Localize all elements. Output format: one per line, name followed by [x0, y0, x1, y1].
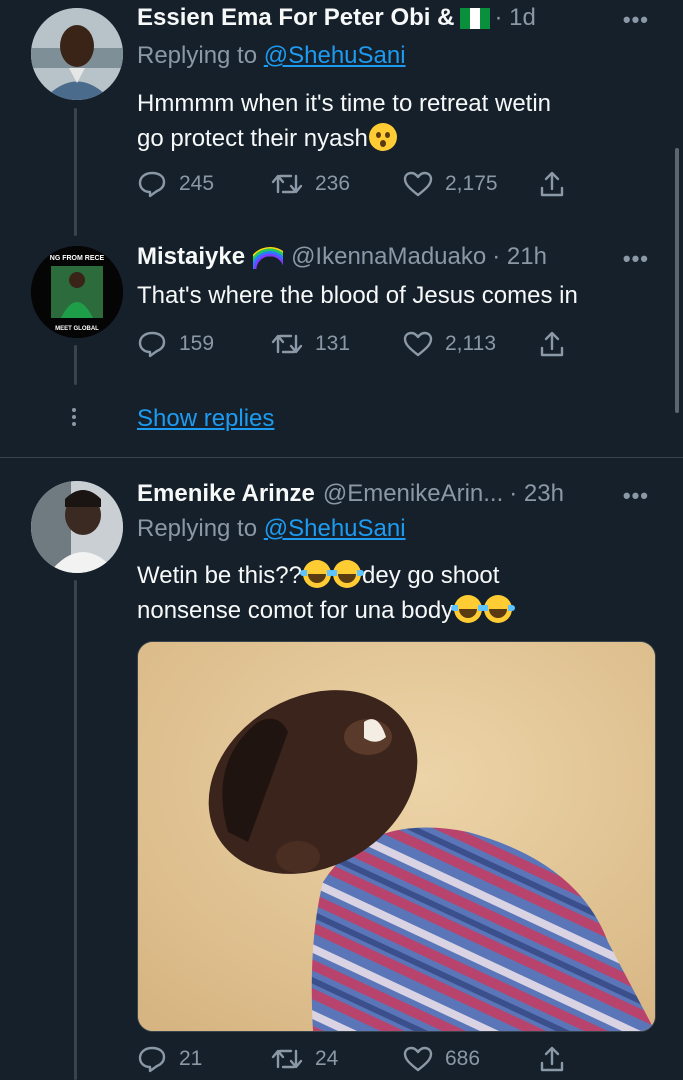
- mention-link[interactable]: @ShehuSani: [264, 515, 406, 542]
- avatar[interactable]: NG FROM RECE MEET GLOBAL: [31, 246, 123, 338]
- retweet-count: 131: [315, 332, 351, 355]
- show-replies-link[interactable]: Show replies: [137, 405, 274, 433]
- tweet-header: Emenike Arinze @EmenikeArin... · 23h: [137, 480, 564, 508]
- avatar-text-top: NG FROM RECE: [50, 255, 105, 262]
- timestamp[interactable]: · 1d: [494, 4, 535, 32]
- rainbow-icon: [253, 245, 283, 269]
- heart-icon: [403, 171, 433, 197]
- media-illustration: [138, 642, 655, 1031]
- retweet-count: 236: [315, 172, 351, 195]
- tweet-text-line: go protect their nyash: [137, 125, 368, 152]
- display-name[interactable]: Emenike Arinze: [137, 480, 315, 508]
- face-with-tears-of-joy-emoji-icon: [330, 560, 364, 588]
- mention-link[interactable]: @ShehuSani: [264, 42, 406, 69]
- more-options-icon[interactable]: •••: [623, 7, 649, 33]
- reply-count: 21: [179, 1047, 203, 1070]
- more-options-icon[interactable]: •••: [623, 483, 649, 509]
- tweet-header: Essien Ema For Peter Obi & · 1d: [137, 4, 536, 32]
- share-button[interactable]: [539, 330, 565, 358]
- like-button[interactable]: 2,175: [403, 171, 539, 197]
- share-icon: [540, 1046, 564, 1072]
- tweet-text: Wetin be this?? dey go shoot nonsense com…: [137, 558, 516, 628]
- more-options-icon[interactable]: •••: [623, 246, 649, 272]
- divider: [0, 457, 683, 458]
- retweet-count: 24: [315, 1047, 339, 1070]
- avatar-image: [31, 8, 123, 100]
- avatar-image: NG FROM RECE MEET GLOBAL: [31, 246, 123, 338]
- replying-to: Replying to @ShehuSani: [137, 42, 406, 70]
- timestamp[interactable]: · 21h: [492, 243, 547, 271]
- reply-button[interactable]: 21: [137, 1045, 271, 1073]
- face-with-tears-of-joy-emoji-icon: [300, 560, 334, 588]
- face-with-tears-of-joy-emoji-icon: [481, 595, 516, 623]
- heart-icon: [403, 331, 433, 357]
- tweet-actions: 21 24 686: [137, 1045, 565, 1073]
- display-name[interactable]: Mistaiyke: [137, 243, 245, 271]
- heart-icon: [403, 1046, 433, 1072]
- display-name[interactable]: Essien Ema For Peter Obi &: [137, 4, 454, 32]
- share-icon: [540, 171, 564, 197]
- like-count: 2,113: [445, 332, 496, 355]
- retweet-icon: [271, 174, 303, 194]
- handle[interactable]: @EmenikeArin...: [323, 480, 503, 508]
- tweet-text: Hmmmm when it's time to retreat wetin go…: [137, 86, 551, 156]
- reply-icon: [138, 1046, 166, 1073]
- astonished-face-emoji-icon: [368, 123, 397, 151]
- share-button[interactable]: [539, 1045, 565, 1073]
- avatar-text-bottom: MEET GLOBAL: [55, 326, 99, 332]
- reply-count: 159: [179, 332, 215, 355]
- share-button[interactable]: [539, 170, 565, 198]
- reply-icon: [138, 331, 166, 358]
- tweet-text-line: Hmmmm when it's time to retreat wetin: [137, 90, 552, 117]
- tweet-media-image[interactable]: [137, 641, 656, 1032]
- retweet-icon: [271, 334, 303, 354]
- tweet-header: Mistaiyke @IkennaMaduako · 21h: [137, 243, 547, 271]
- face-with-tears-of-joy-emoji-icon: [451, 595, 486, 623]
- tweet-text-line: nonsense comot for una body: [137, 597, 454, 624]
- reply-count: 245: [179, 172, 215, 195]
- handle[interactable]: @IkennaMaduako: [291, 243, 486, 271]
- retweet-button[interactable]: 236: [271, 171, 403, 197]
- like-count: 2,175: [445, 172, 498, 195]
- tweet-text-line-after: dey go shoot: [362, 562, 500, 589]
- scrollbar[interactable]: [675, 148, 679, 413]
- tweet-actions: 245 236 2,175: [137, 170, 565, 198]
- reply-button[interactable]: 245: [137, 170, 271, 198]
- avatar-image: [31, 481, 123, 573]
- nigeria-flag-icon: [460, 7, 491, 29]
- like-count: 686: [445, 1047, 481, 1070]
- tweet-actions: 159 131 2,113: [137, 330, 565, 358]
- retweet-button[interactable]: 131: [271, 331, 403, 357]
- tweet-text-line: Wetin be this??: [137, 562, 302, 589]
- like-button[interactable]: 2,113: [403, 331, 539, 357]
- avatar[interactable]: [31, 8, 123, 100]
- reply-icon: [138, 171, 166, 198]
- retweet-button[interactable]: 24: [271, 1046, 403, 1072]
- vertical-ellipsis-icon: [72, 408, 78, 426]
- tweet-text: That's where the blood of Jesus comes in: [137, 282, 578, 309]
- replying-prefix: Replying to: [137, 42, 258, 69]
- thread-line: [74, 345, 77, 385]
- replying-prefix: Replying to: [137, 515, 258, 542]
- retweet-icon: [271, 1049, 303, 1069]
- share-icon: [540, 331, 564, 357]
- avatar[interactable]: [31, 481, 123, 573]
- like-button[interactable]: 686: [403, 1046, 539, 1072]
- thread-line: [74, 108, 77, 236]
- reply-button[interactable]: 159: [137, 330, 271, 358]
- timestamp[interactable]: · 23h: [509, 480, 564, 508]
- thread-line: [74, 580, 77, 1080]
- replying-to: Replying to @ShehuSani: [137, 515, 406, 543]
